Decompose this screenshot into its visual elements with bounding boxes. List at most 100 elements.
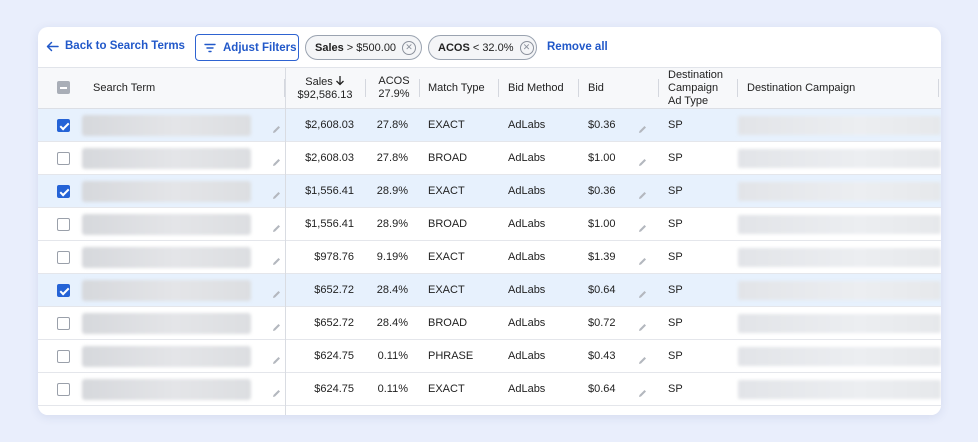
table-row[interactable]: $624.75 0.11% PHRASE AdLabs $0.43 SP <box>38 340 941 373</box>
acos-cell: 0.11% <box>377 383 408 395</box>
destination-campaign-redacted <box>738 215 941 234</box>
edit-search-term-pencil-icon[interactable] <box>272 352 281 364</box>
edit-search-term-pencil-icon[interactable] <box>272 154 281 166</box>
edit-search-term-pencil-icon[interactable] <box>272 220 281 232</box>
edit-search-term-pencil-icon[interactable] <box>272 187 281 199</box>
sales-cell: $2,608.03 <box>305 119 354 131</box>
table-row[interactable]: $1,556.41 28.9% BROAD AdLabs $1.00 SP <box>38 208 941 241</box>
column-separator <box>938 79 939 97</box>
match-type-cell: EXACT <box>428 284 465 296</box>
bid-cell[interactable]: $0.64 <box>588 274 616 306</box>
arrow-left-icon <box>46 41 59 51</box>
back-to-search-terms-link[interactable]: Back to Search Terms <box>46 40 185 52</box>
column-separator <box>498 79 499 97</box>
select-all-checkbox[interactable] <box>57 81 70 94</box>
search-term-redacted <box>82 148 251 169</box>
row-checkbox[interactable] <box>57 284 70 297</box>
row-checkbox[interactable] <box>57 251 70 264</box>
edit-bid-pencil-icon[interactable] <box>638 154 647 166</box>
header-bid[interactable]: Bid <box>588 68 604 108</box>
filter-toolbar: Back to Search Terms Adjust Filters Sale… <box>38 27 941 67</box>
table-row[interactable]: $2,608.03 27.8% EXACT AdLabs $0.36 SP <box>38 109 941 142</box>
bid-cell[interactable]: $0.36 <box>588 175 616 207</box>
edit-search-term-pencil-icon[interactable] <box>272 319 281 331</box>
edit-search-term-pencil-icon[interactable] <box>272 121 281 133</box>
ad-type-cell[interactable]: SP <box>668 307 683 339</box>
column-separator <box>419 79 420 97</box>
header-acos-label: ACOS <box>378 75 410 87</box>
edit-bid-pencil-icon[interactable] <box>638 220 647 232</box>
ad-type-cell[interactable]: SP <box>668 241 683 273</box>
edit-bid-pencil-icon[interactable] <box>638 319 647 331</box>
row-checkbox[interactable] <box>57 317 70 330</box>
remove-filter-icon[interactable]: ✕ <box>519 40 534 55</box>
match-type-cell: EXACT <box>428 251 465 263</box>
remove-all-filters-link[interactable]: Remove all <box>547 41 608 53</box>
header-destination-campaign[interactable]: Destination Campaign <box>747 68 855 108</box>
filter-chip-acos[interactable]: ACOS < 32.0% ✕ <box>428 35 537 60</box>
table-row[interactable]: $2,608.03 27.8% BROAD AdLabs $1.00 SP <box>38 142 941 175</box>
edit-search-term-pencil-icon[interactable] <box>272 385 281 397</box>
table-row[interactable] <box>38 406 941 415</box>
search-terms-table: Search Term Sales $92,586.13 ACOS 27.9% … <box>38 67 941 415</box>
edit-bid-pencil-icon[interactable] <box>638 385 647 397</box>
adjust-filters-label: Adjust Filters <box>223 41 297 54</box>
table-row[interactable]: $652.72 28.4% BROAD AdLabs $0.72 SP <box>38 307 941 340</box>
edit-bid-pencil-icon[interactable] <box>638 187 647 199</box>
arrow-down-icon <box>335 75 344 85</box>
header-search-term[interactable]: Search Term <box>93 68 155 108</box>
bid-method-cell: AdLabs <box>508 119 546 131</box>
search-term-redacted <box>82 346 251 367</box>
acos-cell: 28.9% <box>376 218 408 230</box>
bid-cell[interactable]: $0.72 <box>588 307 616 339</box>
edit-search-term-pencil-icon[interactable] <box>272 253 281 265</box>
acos-cell: 27.8% <box>376 152 408 164</box>
search-term-redacted <box>82 181 251 202</box>
ad-type-cell[interactable]: SP <box>668 208 683 240</box>
destination-campaign-redacted <box>738 281 941 300</box>
table-row[interactable]: $624.75 0.11% EXACT AdLabs $0.64 SP <box>38 373 941 406</box>
search-terms-card: Back to Search Terms Adjust Filters Sale… <box>38 27 941 415</box>
ad-type-cell[interactable]: SP <box>668 109 683 141</box>
bid-cell[interactable]: $1.39 <box>588 241 616 273</box>
edit-bid-pencil-icon[interactable] <box>638 121 647 133</box>
header-match-type[interactable]: Match Type <box>428 68 485 108</box>
header-bid-method[interactable]: Bid Method <box>508 68 564 108</box>
sales-cell: $652.72 <box>314 284 354 296</box>
row-checkbox[interactable] <box>57 119 70 132</box>
bid-cell[interactable]: $0.64 <box>588 373 616 405</box>
bid-method-cell: AdLabs <box>508 218 546 230</box>
bid-cell[interactable]: $1.00 <box>588 142 616 174</box>
ad-type-cell[interactable]: SP <box>668 340 683 372</box>
adjust-filters-button[interactable]: Adjust Filters <box>195 34 299 61</box>
row-checkbox[interactable] <box>57 152 70 165</box>
filter-chip-sales[interactable]: Sales > $500.00 ✕ <box>305 35 422 60</box>
ad-type-cell[interactable]: SP <box>668 175 683 207</box>
table-row[interactable]: $1,556.41 28.9% EXACT AdLabs $0.36 SP <box>38 175 941 208</box>
acos-cell: 28.4% <box>376 317 408 329</box>
row-checkbox[interactable] <box>57 218 70 231</box>
filter-chip-acos-text: ACOS < 32.0% <box>438 42 514 54</box>
edit-bid-pencil-icon[interactable] <box>638 253 647 265</box>
edit-bid-pencil-icon[interactable] <box>638 352 647 364</box>
edit-search-term-pencil-icon[interactable] <box>272 286 281 298</box>
destination-campaign-redacted <box>738 314 941 333</box>
bid-cell[interactable]: $0.43 <box>588 340 616 372</box>
header-sales[interactable]: Sales $92,586.13 <box>290 68 360 108</box>
sales-cell: $1,556.41 <box>305 185 354 197</box>
table-row[interactable]: $978.76 9.19% EXACT AdLabs $1.39 SP <box>38 241 941 274</box>
header-acos[interactable]: ACOS 27.9% <box>369 68 419 108</box>
remove-filter-icon[interactable]: ✕ <box>402 40 417 55</box>
ad-type-cell[interactable]: SP <box>668 274 683 306</box>
table-row[interactable]: $652.72 28.4% EXACT AdLabs $0.64 SP <box>38 274 941 307</box>
row-checkbox[interactable] <box>57 185 70 198</box>
ad-type-cell[interactable]: SP <box>668 142 683 174</box>
row-checkbox[interactable] <box>57 350 70 363</box>
edit-bid-pencil-icon[interactable] <box>638 286 647 298</box>
header-ad-type-line: Campaign <box>668 81 719 94</box>
ad-type-cell[interactable]: SP <box>668 373 683 405</box>
bid-cell[interactable]: $1.00 <box>588 208 616 240</box>
header-destination-ad-type[interactable]: Destination Campaign Ad Type <box>668 68 723 108</box>
row-checkbox[interactable] <box>57 383 70 396</box>
bid-cell[interactable]: $0.36 <box>588 109 616 141</box>
